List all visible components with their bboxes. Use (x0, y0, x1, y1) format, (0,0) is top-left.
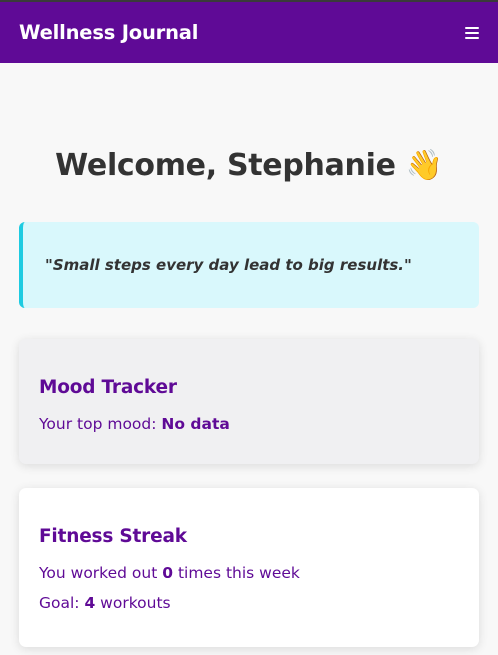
top-mood-value: No data (161, 415, 230, 433)
navbar: Wellness Journal (0, 2, 498, 63)
workout-count-suffix: times this week (173, 564, 300, 582)
workout-count-value: 0 (162, 564, 174, 582)
goal-suffix: workouts (95, 594, 171, 612)
mood-tracker-title: Mood Tracker (39, 377, 177, 398)
quote-box: "Small steps every day lead to big resul… (19, 222, 479, 308)
workout-count-line: You worked out 0 times this week (39, 564, 459, 582)
workout-count-prefix: You worked out (39, 564, 163, 582)
mood-tracker-card: Mood Tracker Your top mood: No data (19, 339, 479, 464)
hamburger-icon-graphic (465, 27, 479, 39)
top-mood-line: Your top mood: No data (39, 415, 459, 433)
fitness-streak-card: Fitness Streak You worked out 0 times th… (19, 488, 479, 647)
welcome-heading: Welcome, Stephanie 👋 (55, 148, 443, 183)
fitness-streak-title: Fitness Streak (39, 526, 187, 547)
goal-value: 4 (84, 594, 96, 612)
hamburger-menu-icon[interactable] (465, 26, 479, 39)
goal-label: Goal: (39, 594, 85, 612)
brand-title[interactable]: Wellness Journal (19, 21, 198, 44)
workout-goal-line: Goal: 4 workouts (39, 594, 459, 612)
top-mood-label: Your top mood: (39, 415, 162, 433)
quote-text: "Small steps every day lead to big resul… (45, 256, 412, 274)
